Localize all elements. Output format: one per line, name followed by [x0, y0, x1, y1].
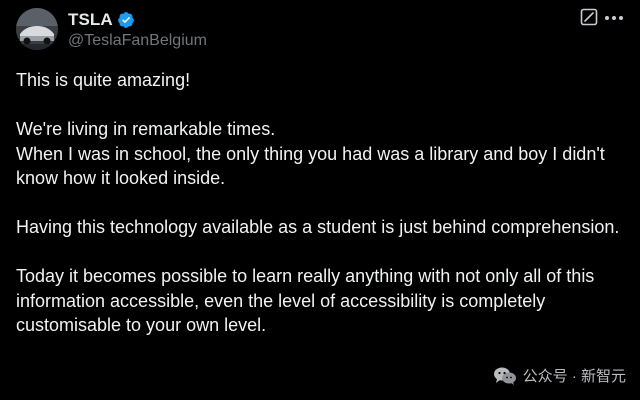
tweet-line: Having this technology available as a st…	[16, 217, 620, 237]
avatar[interactable]	[16, 8, 58, 50]
more-options-icon[interactable]	[604, 15, 624, 21]
tweet-header: TSLA @TeslaFanBelgium	[16, 8, 624, 54]
tweet-line: We're living in remarkable times.	[16, 119, 276, 139]
tweet-text: This is quite amazing! We're living in r…	[16, 68, 626, 338]
author-handle[interactable]: @TeslaFanBelgium	[68, 32, 207, 50]
grok-icon[interactable]	[580, 8, 598, 26]
display-name[interactable]: TSLA	[68, 10, 113, 30]
tweet-line: When I was in school, the only thing you…	[16, 143, 605, 189]
verified-badge-icon	[117, 12, 134, 28]
tweet-line: This is quite amazing!	[16, 70, 191, 90]
wechat-icon	[493, 367, 516, 385]
author-names: TSLA @TeslaFanBelgium	[68, 10, 207, 50]
tweet-line: Today it becomes possible to learn reall…	[16, 266, 595, 335]
watermark: 公众号 · 新智元	[493, 365, 626, 386]
watermark-text: 公众号 · 新智元	[522, 368, 626, 385]
